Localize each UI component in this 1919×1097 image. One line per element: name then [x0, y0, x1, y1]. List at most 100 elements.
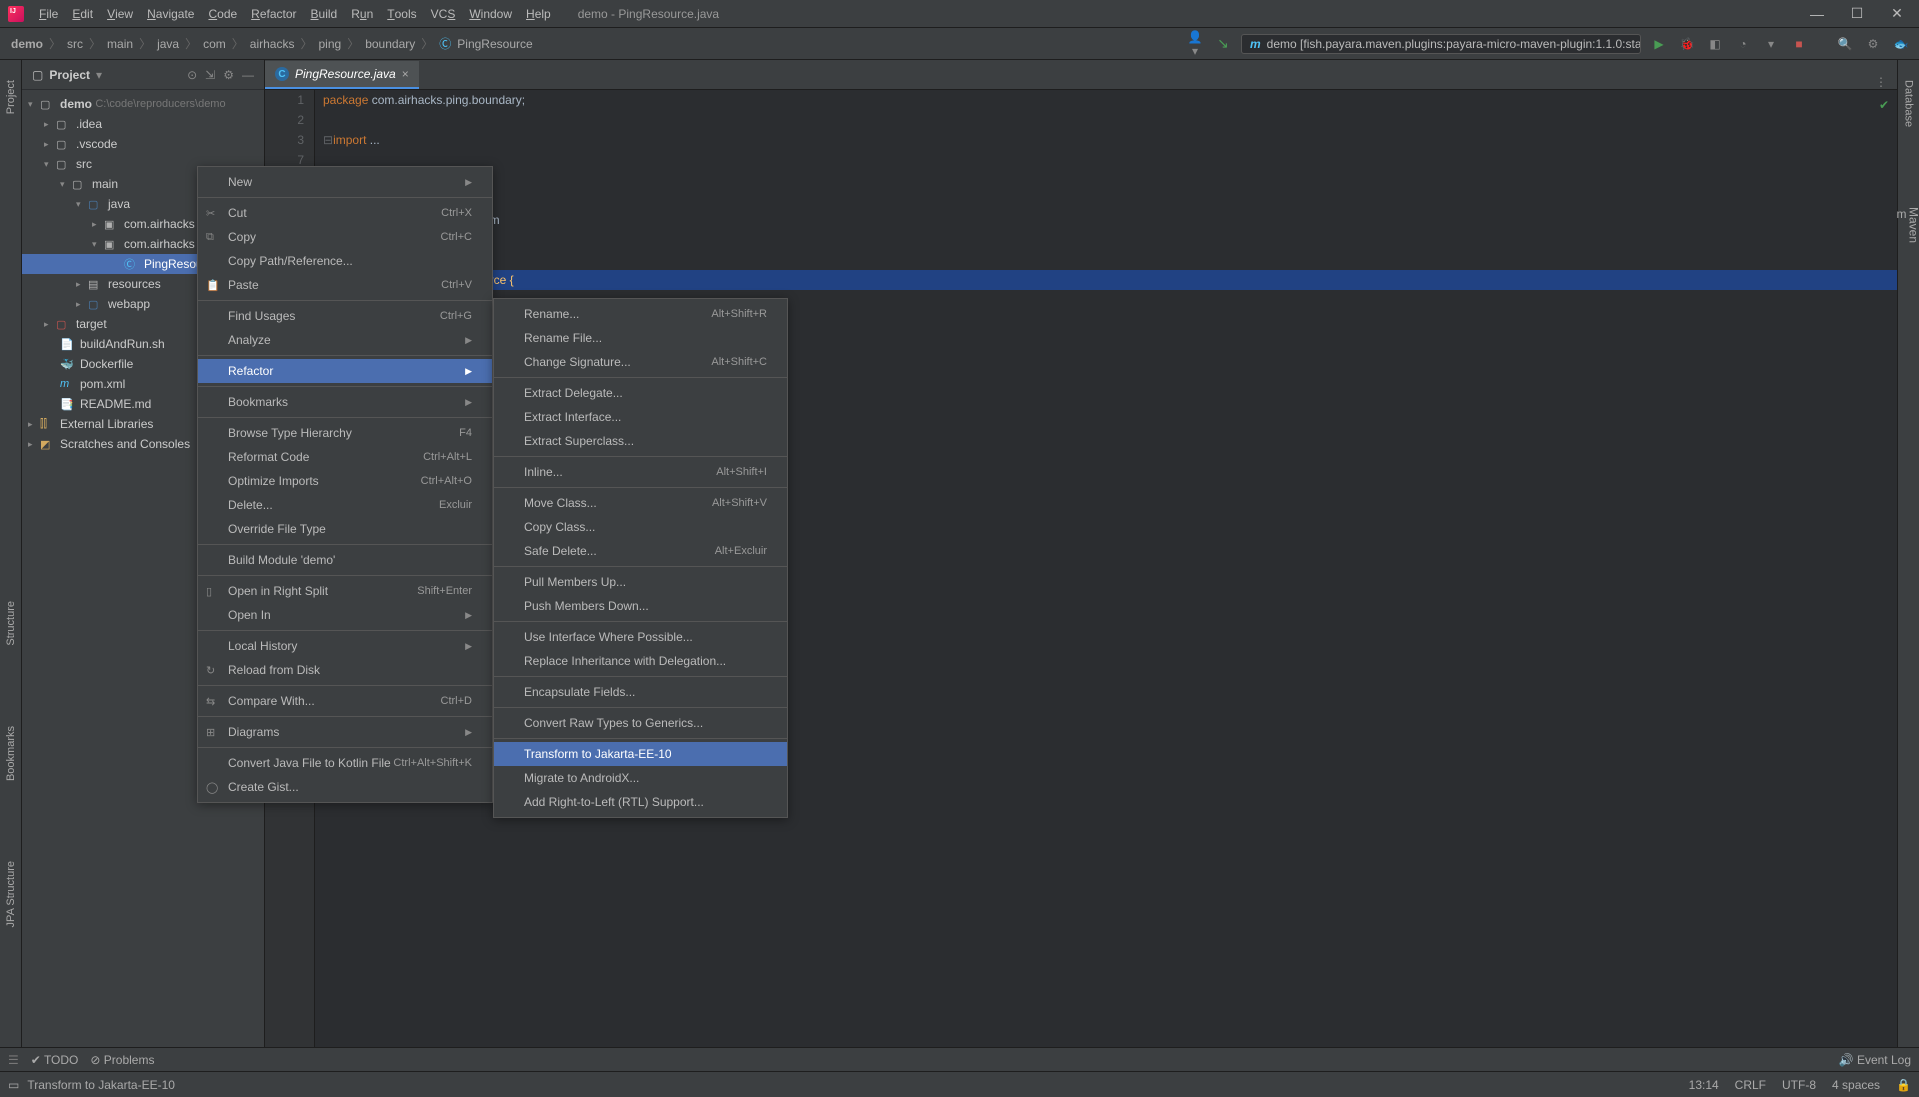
debug-button[interactable]: 🐞	[1677, 37, 1697, 51]
user-icon[interactable]: 👤▾	[1185, 30, 1205, 58]
maximize-button[interactable]: ☐	[1843, 5, 1871, 22]
close-button[interactable]: ✕	[1883, 5, 1911, 22]
select-opened-icon[interactable]: ⊙	[187, 68, 197, 82]
submenu-arrow-icon: ▶	[465, 397, 472, 408]
menu-item-optimize-imports[interactable]: Optimize ImportsCtrl+Alt+O	[198, 469, 492, 493]
menu-item-rename[interactable]: Rename...Alt+Shift+R	[494, 302, 787, 326]
menu-item-copy-class[interactable]: Copy Class...	[494, 515, 787, 539]
menu-item-reload-from-disk[interactable]: ↻Reload from Disk	[198, 658, 492, 682]
menu-view[interactable]: View	[100, 0, 140, 27]
menu-item-extract-interface[interactable]: Extract Interface...	[494, 405, 787, 429]
tab-pingresource[interactable]: C PingResource.java ×	[265, 61, 419, 89]
panel-settings-icon[interactable]: ⚙	[223, 68, 234, 82]
menu-item-safe-delete[interactable]: Safe Delete...Alt+Excluir	[494, 539, 787, 563]
menu-vcs[interactable]: VCS	[424, 0, 463, 27]
menu-item-extract-superclass[interactable]: Extract Superclass...	[494, 429, 787, 453]
tool-tab-bookmarks[interactable]: Bookmarks	[5, 726, 17, 781]
menu-edit[interactable]: Edit	[65, 0, 100, 27]
menu-item-pull-members-up[interactable]: Pull Members Up...	[494, 570, 787, 594]
build-icon[interactable]: ↘	[1213, 35, 1233, 52]
tree-idea[interactable]: ▸▢.idea	[22, 114, 264, 134]
menu-item-label: Replace Inheritance with Delegation...	[524, 654, 726, 668]
search-button[interactable]: 🔍	[1835, 37, 1855, 51]
menu-item-convert-java-file-to-kotlin-file[interactable]: Convert Java File to Kotlin FileCtrl+Alt…	[198, 751, 492, 775]
menu-code[interactable]: Code	[201, 0, 244, 27]
menu-item-rename-file[interactable]: Rename File...	[494, 326, 787, 350]
status-icon[interactable]: ▭	[8, 1078, 19, 1092]
menu-separator	[494, 566, 787, 567]
tool-tab-maven[interactable]: mMaven	[1897, 207, 1919, 243]
close-tab-icon[interactable]: ×	[402, 67, 409, 81]
coverage-button[interactable]: ◧	[1705, 37, 1725, 51]
menu-item-browse-type-hierarchy[interactable]: Browse Type HierarchyF4	[198, 421, 492, 445]
settings-button[interactable]: ⚙	[1863, 37, 1883, 51]
menu-navigate[interactable]: Navigate	[140, 0, 201, 27]
hide-panel-icon[interactable]: —	[242, 68, 254, 82]
status-line-ending[interactable]: CRLF	[1735, 1078, 1766, 1092]
menu-item-replace-inheritance-with-delegation[interactable]: Replace Inheritance with Delegation...	[494, 649, 787, 673]
menu-tools[interactable]: Tools	[380, 0, 423, 27]
menu-item-encapsulate-fields[interactable]: Encapsulate Fields...	[494, 680, 787, 704]
expand-all-icon[interactable]: ⇲	[205, 68, 215, 82]
menu-item-local-history[interactable]: Local History▶	[198, 634, 492, 658]
menu-item-open-in-right-split[interactable]: ▯Open in Right SplitShift+Enter	[198, 579, 492, 603]
status-indent[interactable]: 4 spaces	[1832, 1078, 1880, 1092]
menu-item-build-module-demo[interactable]: Build Module 'demo'	[198, 548, 492, 572]
profile-button[interactable]: ◔	[1733, 37, 1753, 51]
menu-item-label: Paste	[228, 278, 259, 292]
menu-item-transform-to-jakarta-ee-10[interactable]: Transform to Jakarta-EE-10	[494, 742, 787, 766]
menu-item-bookmarks[interactable]: Bookmarks▶	[198, 390, 492, 414]
tool-tab-project[interactable]: Project	[5, 80, 17, 114]
run-button[interactable]: ▶	[1649, 37, 1669, 51]
menu-item-move-class[interactable]: Move Class...Alt+Shift+V	[494, 491, 787, 515]
menu-item-new[interactable]: New▶	[198, 170, 492, 194]
menu-item-use-interface-where-possible[interactable]: Use Interface Where Possible...	[494, 625, 787, 649]
tree-root[interactable]: ▾▢demo C:\code\reproducers\demo	[22, 94, 264, 114]
event-log-button[interactable]: 🔊 Event Log	[1839, 1053, 1911, 1067]
tool-tab-jpa[interactable]: JPA Structure	[5, 861, 17, 927]
menu-build[interactable]: Build	[304, 0, 345, 27]
editor-more-icon[interactable]: ⋮	[1865, 75, 1897, 89]
tool-tab-structure[interactable]: Structure	[5, 601, 17, 646]
menu-item-compare-with[interactable]: ⇆Compare With...Ctrl+D	[198, 689, 492, 713]
menu-item-convert-raw-types-to-generics[interactable]: Convert Raw Types to Generics...	[494, 711, 787, 735]
menu-item-change-signature[interactable]: Change Signature...Alt+Shift+C	[494, 350, 787, 374]
tree-vscode[interactable]: ▸▢.vscode	[22, 134, 264, 154]
menu-window[interactable]: Window	[462, 0, 519, 27]
menu-item-override-file-type[interactable]: Override File Type	[198, 517, 492, 541]
menu-item-copy[interactable]: ⧉CopyCtrl+C	[198, 225, 492, 249]
menu-item-diagrams[interactable]: ⊞Diagrams▶	[198, 720, 492, 744]
menu-item-paste[interactable]: 📋PasteCtrl+V	[198, 273, 492, 297]
menu-run[interactable]: Run	[344, 0, 380, 27]
menu-item-open-in[interactable]: Open In▶	[198, 603, 492, 627]
breadcrumb[interactable]: demo〉 src〉 main〉 java〉 com〉 airhacks〉 pi…	[8, 35, 536, 52]
attach-button[interactable]: ▾	[1761, 37, 1781, 51]
status-encoding[interactable]: UTF-8	[1782, 1078, 1816, 1092]
menu-item-create-gist[interactable]: ◯Create Gist...	[198, 775, 492, 799]
menu-refactor[interactable]: Refactor	[244, 0, 303, 27]
bottom-tab-problems[interactable]: ⊘ Problems	[90, 1053, 154, 1067]
stop-button[interactable]: ■	[1789, 37, 1809, 51]
menu-item-copy-path-reference[interactable]: Copy Path/Reference...	[198, 249, 492, 273]
menu-item-reformat-code[interactable]: Reformat CodeCtrl+Alt+L	[198, 445, 492, 469]
menu-item-label: Extract Superclass...	[524, 434, 634, 448]
tool-tab-database[interactable]: Database	[1903, 80, 1915, 127]
menu-item-find-usages[interactable]: Find UsagesCtrl+G	[198, 304, 492, 328]
menu-item-push-members-down[interactable]: Push Members Down...	[494, 594, 787, 618]
menu-item-refactor[interactable]: Refactor▶	[198, 359, 492, 383]
menu-item-label: Use Interface Where Possible...	[524, 630, 693, 644]
lock-icon[interactable]: 🔒	[1896, 1078, 1911, 1092]
payara-icon[interactable]: 🐟	[1891, 37, 1911, 51]
menu-item-extract-delegate[interactable]: Extract Delegate...	[494, 381, 787, 405]
menu-help[interactable]: Help	[519, 0, 558, 27]
menu-item-add-right-to-left-rtl-support[interactable]: Add Right-to-Left (RTL) Support...	[494, 790, 787, 814]
menu-item-inline[interactable]: Inline...Alt+Shift+I	[494, 460, 787, 484]
menu-item-delete[interactable]: Delete...Excluir	[198, 493, 492, 517]
menu-item-migrate-to-androidx[interactable]: Migrate to AndroidX...	[494, 766, 787, 790]
menu-item-cut[interactable]: ✂CutCtrl+X	[198, 201, 492, 225]
minimize-button[interactable]: —	[1803, 6, 1831, 22]
menu-item-analyze[interactable]: Analyze▶	[198, 328, 492, 352]
run-configuration-dropdown[interactable]: m demo [fish.payara.maven.plugins:payara…	[1241, 34, 1641, 54]
bottom-tab-todo[interactable]: ✔ TODO	[31, 1053, 79, 1067]
menu-file[interactable]: File	[32, 0, 65, 27]
